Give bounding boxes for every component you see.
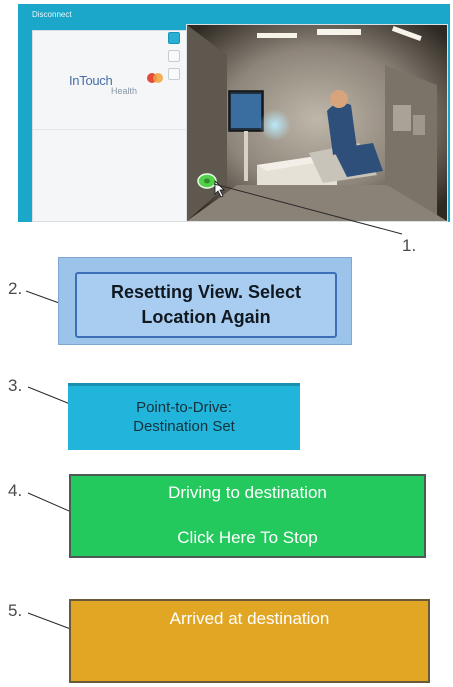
light-glow bbox=[259, 109, 291, 141]
camera-control-button[interactable] bbox=[168, 50, 180, 62]
driving-banner[interactable]: Driving to destination Click Here To Sto… bbox=[69, 474, 426, 558]
robot-camera-view[interactable] bbox=[186, 24, 448, 222]
step-label-2: 2. bbox=[8, 279, 23, 298]
resetting-view-message: Resetting View. Select Location Again bbox=[77, 280, 335, 330]
step-label-1: 1. bbox=[402, 236, 417, 255]
ceiling-light bbox=[317, 29, 361, 35]
step-label-3: 3. bbox=[8, 376, 23, 395]
stop-driving-button[interactable]: Click Here To Stop bbox=[71, 528, 424, 548]
logo-subtext: Health bbox=[111, 86, 138, 96]
settings-button[interactable] bbox=[168, 68, 180, 80]
app-screenshot: Disconnect InTouch Health bbox=[18, 4, 450, 222]
destination-set-message: Point-to-Drive: Destination Set bbox=[68, 398, 300, 436]
logo-text: InTouch bbox=[69, 73, 113, 88]
panel-divider bbox=[33, 129, 197, 130]
step-label-5: 5. bbox=[8, 601, 23, 620]
app-title: Disconnect bbox=[32, 10, 72, 19]
resetting-view-line-2: Location Again bbox=[141, 307, 271, 327]
destination-set-line-2: Destination Set bbox=[133, 418, 235, 435]
driving-status-text: Driving to destination bbox=[168, 483, 327, 502]
intouch-health-logo: InTouch Health bbox=[69, 73, 164, 103]
step-label-4: 4. bbox=[8, 481, 23, 500]
logo-mark-icon bbox=[147, 73, 163, 83]
arrived-message: Arrived at destination bbox=[169, 609, 330, 628]
destination-set-banner: Point-to-Drive: Destination Set bbox=[68, 383, 300, 450]
ceiling-light bbox=[257, 33, 297, 38]
resetting-view-message-box: Resetting View. Select Location Again bbox=[75, 272, 337, 338]
resetting-view-banner: Resetting View. Select Location Again bbox=[58, 257, 352, 345]
destination-set-line-1: Point-to-Drive: bbox=[136, 399, 232, 416]
view-mode-button[interactable] bbox=[168, 32, 180, 44]
arrived-banner: Arrived at destination bbox=[69, 599, 430, 683]
resetting-view-line-1: Resetting View. Select bbox=[110, 282, 302, 302]
